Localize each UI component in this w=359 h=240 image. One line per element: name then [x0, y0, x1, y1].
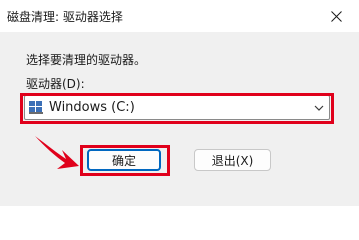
drive-icon — [29, 101, 43, 114]
prompt-text: 选择要清理的驱动器。 — [26, 53, 147, 67]
drive-select[interactable]: Windows (C:) — [24, 95, 330, 120]
ok-button[interactable]: 确定 — [87, 149, 161, 171]
selected-drive: Windows (C:) — [49, 100, 135, 115]
close-icon — [330, 10, 342, 22]
exit-button[interactable]: 退出(X) — [194, 149, 271, 171]
chevron-down-icon[interactable] — [314, 104, 324, 112]
window-title: 磁盘清理: 驱动器选择 — [7, 10, 123, 24]
title-bar: 磁盘清理: 驱动器选择 — [0, 0, 359, 32]
dialog-body: 选择要清理的驱动器。 驱动器(D): Windows (C:) 确定 退出(X) — [0, 32, 359, 206]
close-button[interactable] — [313, 0, 359, 32]
drive-label: 驱动器(D): — [26, 77, 85, 91]
arrow-icon — [35, 136, 79, 169]
